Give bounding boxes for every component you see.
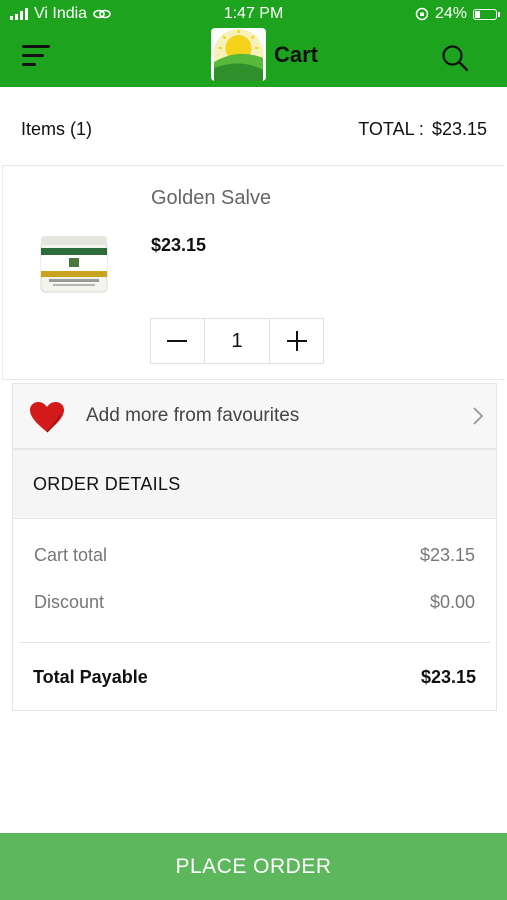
- chevron-right-icon: [473, 407, 484, 425]
- plus-icon: [286, 331, 307, 351]
- total-label: TOTAL :: [358, 119, 424, 139]
- decrease-quantity-button[interactable]: [151, 319, 204, 363]
- app-header: Vi India 1:47 PM 24% Cart: [0, 0, 507, 87]
- discount-label: Discount: [34, 592, 105, 612]
- discount-value: $0.00: [429, 592, 475, 612]
- search-icon: [442, 45, 469, 72]
- cart-item: Golden Salve $23.15 1: [2, 165, 505, 380]
- items-count: Items (1): [21, 119, 93, 139]
- order-details-title: ORDER DETAILS: [33, 474, 181, 494]
- battery-percent: 24%: [434, 5, 467, 22]
- cart-total-value: $23.15: [419, 545, 475, 565]
- cart-total-label: Cart total: [34, 545, 108, 565]
- search-button[interactable]: [440, 43, 470, 73]
- menu-icon-line: [22, 63, 36, 66]
- nav-bar: Cart: [0, 27, 507, 85]
- orientation-lock-icon: [415, 7, 429, 21]
- quantity-value: 1: [203, 319, 271, 363]
- minus-icon: [167, 340, 188, 342]
- heart-icon: [30, 402, 64, 433]
- order-divider: [19, 642, 490, 643]
- menu-icon-line: [22, 45, 50, 48]
- cart-summary: Items (1) TOTAL : $23.15: [0, 100, 507, 160]
- total-payable-label: Total Payable: [33, 667, 148, 687]
- order-details-header: ORDER DETAILS: [13, 450, 496, 519]
- product-price: $23.15: [151, 235, 207, 255]
- favourites-label: Add more from favourites: [86, 405, 300, 426]
- quantity-stepper: 1: [150, 318, 324, 364]
- status-right: 24%: [415, 5, 500, 23]
- page-title: Cart: [274, 42, 319, 67]
- increase-quantity-button[interactable]: [270, 319, 323, 363]
- menu-button[interactable]: [22, 43, 54, 69]
- product-image[interactable]: [39, 234, 109, 296]
- total-value: $23.15: [431, 119, 487, 139]
- battery-icon: [473, 8, 500, 20]
- cart-total-summary: TOTAL : $23.15: [358, 119, 487, 140]
- app-logo-icon: [211, 28, 266, 81]
- menu-icon-line: [22, 54, 44, 57]
- order-details-card: ORDER DETAILS Cart total $23.15 Discount…: [12, 449, 497, 711]
- product-name[interactable]: Golden Salve: [151, 187, 271, 210]
- status-bar: Vi India 1:47 PM 24%: [0, 0, 507, 30]
- place-order-button[interactable]: PLACE ORDER: [0, 833, 507, 900]
- add-from-favourites[interactable]: Add more from favourites: [12, 383, 497, 449]
- total-payable-value: $23.15: [420, 667, 476, 687]
